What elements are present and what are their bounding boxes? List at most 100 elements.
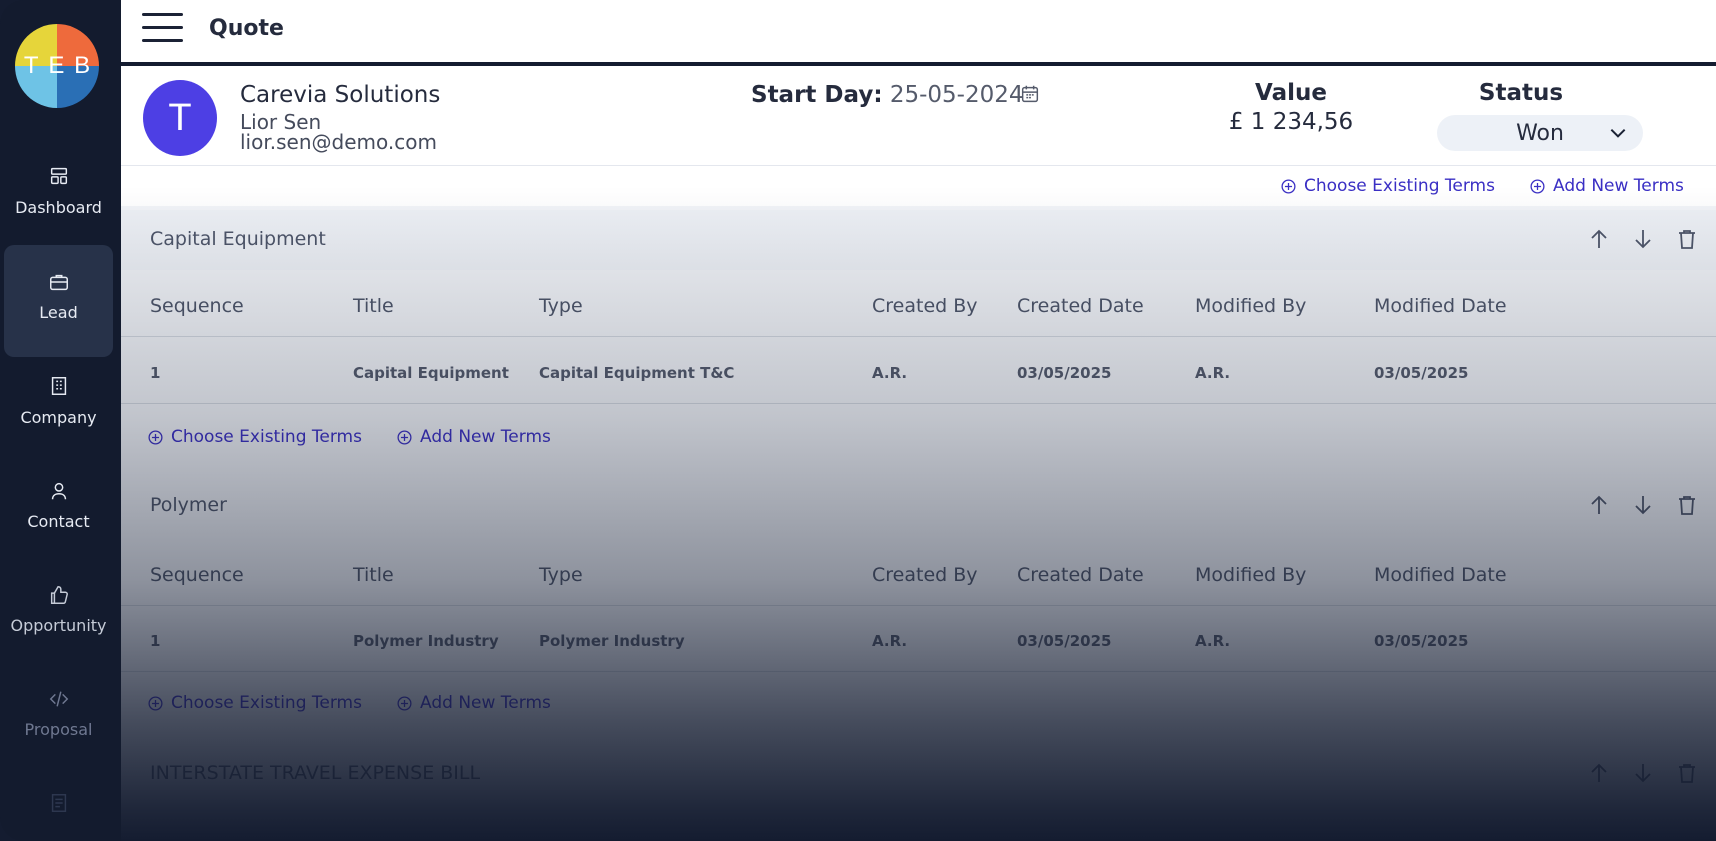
section-actions [1587, 226, 1699, 252]
col-created-date: Created Date [1017, 564, 1144, 586]
add-new-terms-link[interactable]: Add New Terms [1529, 176, 1684, 196]
top-bar: Quote [121, 0, 1716, 62]
trash-icon[interactable] [1675, 226, 1699, 252]
logo-letter-b: B [74, 52, 91, 79]
start-day-label: Start Day: [751, 82, 883, 108]
plus-circle-icon [1281, 178, 1296, 194]
code-icon [49, 691, 69, 707]
company-logo[interactable]: T E B [15, 24, 99, 108]
logo-letters: T E B [15, 52, 99, 80]
col-created-date: Created Date [1017, 295, 1144, 317]
cell-modified-date: 03/05/2025 [1374, 364, 1469, 382]
start-day-value: 25-05-2024 [889, 82, 1024, 108]
link-label: Choose Existing Terms [1304, 176, 1495, 196]
cell-title: Polymer Industry [353, 632, 499, 650]
table-row[interactable]: 1 Polymer Industry Polymer Industry A.R.… [121, 610, 1716, 672]
link-label: Add New Terms [420, 427, 551, 447]
section-title: INTERSTATE TRAVEL EXPENSE BILL [150, 762, 481, 784]
cell-type: Polymer Industry [539, 632, 685, 650]
sidebar-item-label: Lead [39, 303, 78, 322]
calendar-icon[interactable] [1019, 83, 1041, 105]
col-sequence: Sequence [150, 564, 244, 586]
plus-circle-icon [148, 429, 163, 445]
user-icon [51, 482, 67, 500]
cell-created-by: A.R. [872, 632, 908, 650]
sidebar-item-contact[interactable]: Contact [4, 470, 113, 582]
section-title: Capital Equipment [150, 228, 326, 250]
sidebar: T E B Dashboard Lead Company Contact Opp… [0, 0, 121, 841]
cell-modified-by: A.R. [1195, 364, 1231, 382]
sidebar-item-label: Contact [27, 512, 90, 531]
trash-icon[interactable] [1675, 760, 1699, 786]
section-header: INTERSTATE TRAVEL EXPENSE BILL [121, 744, 1716, 804]
col-modified-date: Modified Date [1374, 295, 1507, 317]
sidebar-item-proposal[interactable]: Proposal [4, 678, 113, 790]
value-label: Value [1255, 80, 1327, 106]
arrow-up-icon[interactable] [1587, 226, 1611, 252]
section-terms-links: Choose Existing Terms Add New Terms [121, 671, 1716, 733]
section-header: Capital Equipment [121, 210, 1716, 270]
cell-modified-by: A.R. [1195, 632, 1231, 650]
sidebar-item-company[interactable]: Company [4, 365, 113, 477]
link-label: Add New Terms [420, 693, 551, 713]
sidebar-item-label: Proposal [24, 720, 93, 739]
quote-header: T Carevia Solutions Lior Sen lior.sen@de… [121, 66, 1716, 166]
sidebar-item-label: Opportunity [10, 616, 107, 635]
top-terms-links: Choose Existing Terms Add New Terms [121, 166, 1716, 206]
plus-circle-icon [397, 429, 412, 445]
arrow-down-icon[interactable] [1631, 492, 1655, 518]
hamburger-menu-icon[interactable] [142, 13, 183, 43]
briefcase-icon [50, 274, 68, 291]
add-new-terms-link[interactable]: Add New Terms [396, 427, 551, 447]
section-terms-links: Choose Existing Terms Add New Terms [121, 406, 1716, 468]
col-title: Title [353, 295, 394, 317]
app-root: T E B Dashboard Lead Company Contact Opp… [0, 0, 1716, 841]
col-created-by: Created By [872, 564, 978, 586]
table-header: Sequence Title Type Created By Created D… [121, 275, 1716, 337]
sidebar-item-opportunity[interactable]: Opportunity [4, 574, 113, 686]
status-value: Won [1516, 120, 1564, 146]
arrow-up-icon[interactable] [1587, 492, 1611, 518]
cell-sequence: 1 [150, 632, 161, 650]
link-label: Choose Existing Terms [171, 693, 362, 713]
arrow-up-icon[interactable] [1587, 760, 1611, 786]
chevron-down-icon [1610, 128, 1626, 138]
status-dropdown[interactable]: Won [1437, 115, 1643, 151]
section-actions [1587, 760, 1699, 786]
sidebar-item-lead[interactable]: Lead [4, 245, 113, 357]
plus-circle-icon [397, 695, 412, 711]
arrow-down-icon[interactable] [1631, 760, 1655, 786]
logo-letter-e: E [48, 52, 65, 79]
choose-existing-terms-link[interactable]: Choose Existing Terms [147, 427, 362, 447]
thumbs-up-icon [50, 586, 68, 604]
value-amount: £ 1 234,56 [1228, 109, 1354, 135]
col-modified-by: Modified By [1195, 295, 1307, 317]
document-icon[interactable] [48, 792, 70, 814]
add-new-terms-link[interactable]: Add New Terms [396, 693, 551, 713]
cell-created-by: A.R. [872, 364, 908, 382]
sidebar-item-label: Company [20, 408, 97, 427]
col-title: Title [353, 564, 394, 586]
building-icon [51, 377, 67, 395]
arrow-down-icon[interactable] [1631, 226, 1655, 252]
customer-name: Carevia Solutions [240, 82, 441, 108]
table-row[interactable]: 1 Capital Equipment Capital Equipment T&… [121, 342, 1716, 404]
choose-existing-terms-link[interactable]: Choose Existing Terms [147, 693, 362, 713]
choose-existing-terms-link[interactable]: Choose Existing Terms [1280, 176, 1495, 196]
link-label: Choose Existing Terms [171, 427, 362, 447]
cell-type: Capital Equipment T&C [539, 364, 735, 382]
col-type: Type [539, 564, 583, 586]
dashboard-icon [50, 167, 68, 185]
col-type: Type [539, 295, 583, 317]
plus-circle-icon [1530, 178, 1545, 194]
contact-name: Lior Sen [240, 110, 322, 134]
section-header: Polymer [121, 476, 1716, 536]
plus-circle-icon [148, 695, 163, 711]
start-day: Start Day: 25-05-2024 [751, 82, 1024, 108]
link-label: Add New Terms [1553, 176, 1684, 196]
sidebar-item-label: Dashboard [15, 198, 102, 217]
avatar: T [143, 80, 217, 156]
table-header: Sequence Title Type Created By Created D… [121, 544, 1716, 606]
col-modified-date: Modified Date [1374, 564, 1507, 586]
trash-icon[interactable] [1675, 492, 1699, 518]
